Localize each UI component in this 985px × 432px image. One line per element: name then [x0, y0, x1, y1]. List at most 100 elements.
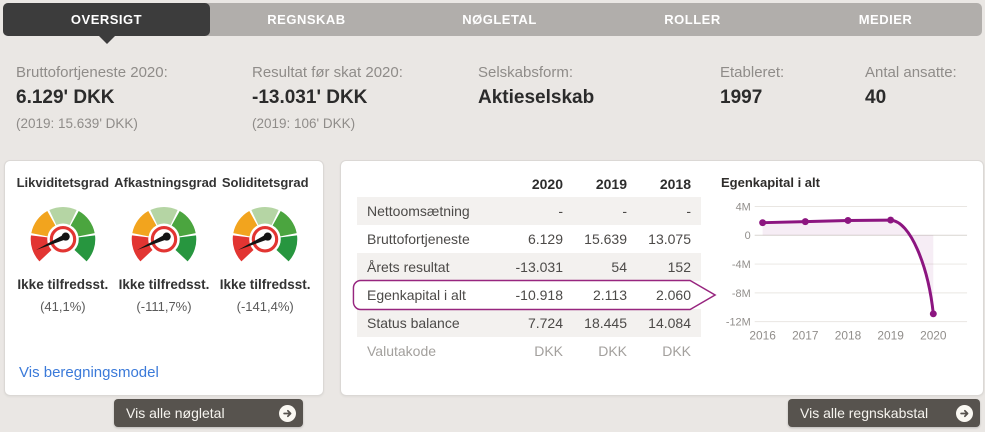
table-header-year: 2019 — [595, 176, 627, 192]
svg-text:2018: 2018 — [835, 328, 862, 342]
svg-text:4M: 4M — [736, 201, 751, 213]
gauge-segment-red — [232, 235, 254, 262]
svg-text:2020: 2020 — [920, 328, 947, 342]
stat-label: Etableret: — [720, 64, 785, 81]
equity-chart-block: Egenkapital i alt 4M 0 -4M -8M -12M 2016 2017 2… — [715, 171, 973, 357]
stat-label: Selskabsform: — [478, 64, 574, 81]
stat-value: Aktieselskab — [478, 87, 595, 108]
stat-antal-ansatte: Antal ansatte: 40 — [865, 64, 957, 131]
table-header-year: 2020 — [531, 176, 563, 192]
tab-label: OVERSIGT — [70, 12, 143, 27]
calc-model-link[interactable]: Vis beregningsmodel — [19, 364, 159, 381]
gauge-row: Likviditetsgrad Ikke tilfredsst. (41,1%)… — [5, 161, 323, 314]
row-value: DKK — [598, 343, 627, 359]
gauge-status: Ikke tilfredsst. — [118, 277, 210, 292]
stat-previous-year: (2019: 15.639' DKK) — [16, 116, 138, 131]
stat-etableret: Etableret: 1997 — [720, 64, 865, 131]
row-value: 152 — [667, 259, 691, 275]
company-overview-page: OVERSIGT REGNSKAB NØGLETAL ROLLER MEDIER… — [0, 0, 985, 432]
gauge-soliditetsgrad: Soliditetsgrad Ikke tilfredsst. (-141,4%… — [215, 171, 315, 314]
table-row-egenkapital-highlighted: Egenkapital i alt -10.918 2.113 2.060 — [352, 279, 717, 311]
table-row-bruttofortjeneste: Bruttofortjeneste 6.129 15.639 13.075 — [357, 225, 701, 253]
gauge-status: Ikke tilfredsst. — [219, 277, 311, 292]
row-value: 7.724 — [527, 315, 563, 331]
stat-value: -13.031' DKK — [252, 87, 368, 108]
gauge-percentage: (-111,7%) — [136, 299, 192, 314]
stat-value: 1997 — [720, 87, 763, 108]
table-row-arets-resultat: Årets resultat -13.031 54 152 — [357, 253, 701, 281]
speedometer-gauge-icon — [232, 207, 298, 262]
gauge-percentage: (41,1%) — [40, 299, 86, 314]
row-label: Nettoomsætning — [367, 203, 470, 219]
svg-text:2017: 2017 — [792, 328, 819, 342]
row-value: 54 — [611, 259, 627, 275]
row-label: Status balance — [367, 315, 460, 331]
row-label: Bruttofortjeneste — [367, 231, 470, 247]
gauge-segment-darkgreen — [175, 235, 197, 262]
gauge-afkastningsgrad: Afkastningsgrad Ikke tilfredsst. (-111,7… — [114, 171, 217, 314]
stat-label: Resultat før skat 2020: — [252, 64, 403, 81]
tab-oversigt[interactable]: OVERSIGT — [3, 3, 210, 44]
gauge-title: Likviditetsgrad — [16, 175, 110, 190]
svg-text:-4M: -4M — [732, 259, 751, 271]
chart-title: Egenkapital i alt — [721, 175, 820, 190]
table-row-status-balance: Status balance 7.724 18.445 14.084 — [357, 309, 701, 337]
row-value: 18.445 — [584, 315, 627, 331]
svg-text:2016: 2016 — [749, 328, 776, 342]
stat-label: Bruttofortjeneste 2020: — [16, 64, 168, 81]
show-all-financials-button[interactable]: Vis alle regnskabstal — [788, 399, 980, 427]
stat-resultat-for-skat: Resultat før skat 2020: -13.031' DKK (20… — [252, 64, 478, 131]
tab-label: REGNSKAB — [267, 12, 346, 27]
gauge-segment-red — [131, 235, 153, 262]
row-value: -10.918 — [515, 287, 563, 303]
row-value: - — [622, 203, 627, 219]
row-label: Årets resultat — [367, 259, 450, 275]
row-label: Valutakode — [367, 343, 437, 359]
tab-label: MEDIER — [858, 12, 913, 27]
financials-table: 2020 2019 2018 Nettoomsætning - - - Brut… — [352, 171, 717, 365]
tab-label: ROLLER — [664, 12, 721, 27]
gauge-percentage: (-141,4%) — [236, 299, 294, 314]
arrow-right-icon — [956, 404, 973, 422]
stat-value: 6.129' DKK — [16, 87, 115, 108]
table-header-year: 2018 — [659, 176, 691, 192]
row-value: - — [686, 203, 691, 219]
active-tab-pointer — [98, 36, 115, 44]
svg-text:0: 0 — [745, 230, 751, 242]
speedometer-gauge-icon — [30, 207, 96, 262]
tab-nogletal[interactable]: NØGLETAL — [403, 3, 596, 36]
tab-label: NØGLETAL — [462, 12, 537, 27]
gauge-needle-hub — [263, 232, 272, 241]
row-value: 6.129 — [527, 231, 563, 247]
row-value: 13.075 — [648, 231, 691, 247]
gauge-segment-darkgreen — [276, 235, 298, 262]
row-value: 2.113 — [593, 287, 627, 303]
equity-line-chart: 4M 0 -4M -8M -12M2016 2017 2018 2019 2020 — [726, 201, 968, 342]
table-row-valutakode: Valutakode DKK DKK DKK — [357, 337, 701, 365]
show-all-ratios-button[interactable]: Vis alle nøgletal — [114, 399, 303, 427]
row-value: DKK — [534, 343, 563, 359]
stat-value: 40 — [865, 87, 887, 108]
gauge-needle-hub — [61, 232, 70, 241]
arrow-right-icon — [279, 404, 296, 422]
gauge-segment-red — [30, 235, 52, 262]
tab-bar: OVERSIGT REGNSKAB NØGLETAL ROLLER MEDIER — [3, 3, 982, 44]
gauge-likviditetsgrad: Likviditetsgrad Ikke tilfredsst. (41,1%) — [13, 171, 113, 314]
tab-medier[interactable]: MEDIER — [789, 3, 982, 36]
stat-selskabsform: Selskabsform: Aktieselskab — [478, 64, 720, 131]
gauge-title: Afkastningsgrad — [114, 175, 217, 190]
row-value: 15.639 — [584, 231, 627, 247]
tab-roller[interactable]: ROLLER — [596, 3, 789, 36]
speedometer-gauge-icon — [131, 207, 197, 262]
table-header-row: 2020 2019 2018 — [357, 171, 701, 197]
stat-bruttofortjeneste: Bruttofortjeneste 2020: 6.129' DKK (2019… — [16, 64, 252, 131]
stat-previous-year: (2019: 106' DKK) — [252, 116, 356, 131]
gauge-status: Ikke tilfredsst. — [17, 277, 109, 292]
row-label: Egenkapital i alt — [367, 287, 466, 303]
row-value: 2.060 — [655, 287, 691, 303]
tab-regnskab[interactable]: REGNSKAB — [210, 3, 403, 36]
row-value: 14.084 — [648, 315, 691, 331]
gauge-needle-hub — [162, 232, 171, 241]
financials-card: 2020 2019 2018 Nettoomsætning - - - Brut… — [340, 160, 984, 396]
key-ratios-card: Likviditetsgrad Ikke tilfredsst. (41,1%)… — [4, 160, 324, 396]
